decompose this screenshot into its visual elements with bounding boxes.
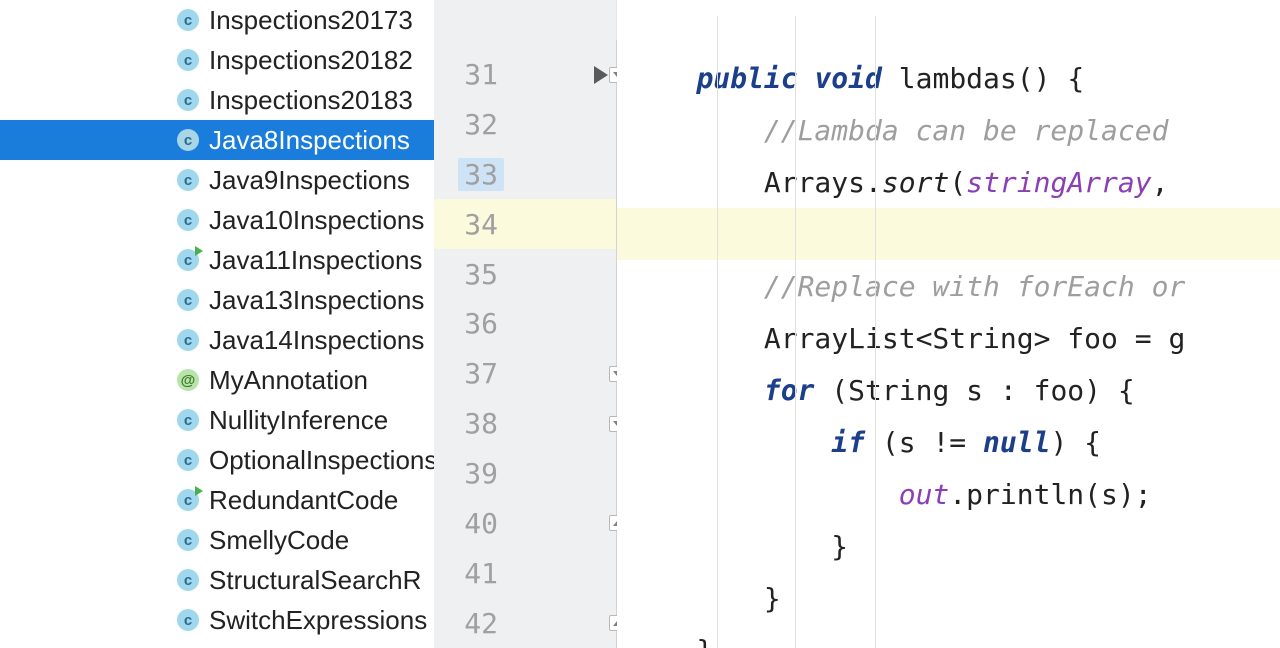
annotation-icon: @ [177, 369, 199, 391]
ide-window: c Inspections20173 c Inspections20182 c Inspe… [0, 0, 1280, 648]
class-icon: c [177, 249, 199, 271]
tree-item-label: Java8Inspections [209, 125, 410, 156]
class-icon: c [177, 289, 199, 311]
line-number: 40 [464, 507, 498, 540]
tree-item-inspections20182[interactable]: c Inspections20182 [0, 40, 434, 80]
gutter-line[interactable]: 31 [434, 50, 616, 100]
tree-item-label: NullityInference [209, 405, 388, 436]
line-number: 37 [464, 357, 498, 390]
gutter-line[interactable]: 34 [434, 199, 616, 249]
gutter-line[interactable]: 33 [434, 150, 616, 200]
tree-item-label: SwitchExpressions [209, 605, 427, 636]
tree-item-label: OptionalInspections [209, 445, 434, 476]
line-number: 38 [464, 407, 498, 440]
class-icon: c [177, 129, 199, 151]
gutter-line[interactable]: 32 [434, 100, 616, 150]
tree-item-label: SmellyCode [209, 525, 349, 556]
class-icon: c [177, 409, 199, 431]
tree-item-label: MyAnnotation [209, 365, 368, 396]
tree-item-label: Java11Inspections [209, 245, 422, 276]
line-number: 39 [464, 457, 498, 490]
class-icon: c [177, 569, 199, 591]
line-number: 36 [464, 307, 498, 340]
tree-item-java9inspections[interactable]: c Java9Inspections [0, 160, 434, 200]
tree-item-smellycode[interactable]: c SmellyCode [0, 520, 434, 560]
project-tree[interactable]: c Inspections20173 c Inspections20182 c Inspe… [0, 0, 434, 648]
tree-item-label: RedundantCode [209, 485, 398, 516]
tree-item-structuralsearchr[interactable]: c StructuralSearchR [0, 560, 434, 600]
gutter-line[interactable]: 41 [434, 548, 616, 598]
class-icon: c [177, 209, 199, 231]
run-gutter-icon[interactable] [594, 66, 608, 84]
tree-item-java13inspections[interactable]: c Java13Inspections [0, 280, 434, 320]
class-icon: c [177, 449, 199, 471]
line-number: 33 [458, 158, 504, 191]
tree-item-label: Inspections20173 [209, 5, 413, 36]
class-icon: c [177, 89, 199, 111]
tree-item-label: StructuralSearchR [209, 565, 421, 596]
editor-gutter[interactable]: 31 32 33 34 35 36 37 38 39 40 41 42 [434, 0, 617, 648]
line-number: 41 [464, 557, 498, 590]
class-icon: c [177, 489, 199, 511]
gutter-line[interactable]: 38 [434, 399, 616, 449]
tree-item-label: Java10Inspections [209, 205, 424, 236]
tree-item-label: Inspections20183 [209, 85, 413, 116]
tree-item-java10inspections[interactable]: c Java10Inspections [0, 200, 434, 240]
class-icon: c [177, 49, 199, 71]
tree-item-label: Java13Inspections [209, 285, 424, 316]
line-number: 42 [464, 607, 498, 640]
tree-item-label: Java9Inspections [209, 165, 410, 196]
tree-item-optionalinspections[interactable]: c OptionalInspections [0, 440, 434, 480]
tree-item-label: Inspections20182 [209, 45, 413, 76]
tree-item-inspections20173[interactable]: c Inspections20173 [0, 0, 434, 40]
runnable-badge-icon [195, 486, 203, 496]
class-icon: c [177, 9, 199, 31]
class-icon: c [177, 609, 199, 631]
tree-item-inspections20183[interactable]: c Inspections20183 [0, 80, 434, 120]
tree-item-switchexpressions[interactable]: c SwitchExpressions [0, 600, 434, 640]
line-number: 34 [464, 208, 498, 241]
tree-item-label: Java14Inspections [209, 325, 424, 356]
gutter-line[interactable]: 36 [434, 299, 616, 349]
tree-item-java11inspections[interactable]: c Java11Inspections [0, 240, 434, 280]
class-icon: c [177, 169, 199, 191]
runnable-badge-icon [195, 246, 203, 256]
gutter-line[interactable] [434, 0, 616, 50]
gutter-line[interactable]: 39 [434, 449, 616, 499]
line-number: 35 [464, 258, 498, 291]
tree-item-java8inspections[interactable]: c Java8Inspections [0, 120, 434, 160]
line-number: 31 [464, 58, 498, 91]
gutter-line[interactable]: 35 [434, 249, 616, 299]
class-icon: c [177, 329, 199, 351]
class-icon: c [177, 529, 199, 551]
code-editor[interactable]: public void lambdas() { //Lambda can be … [617, 0, 1280, 648]
tree-item-redundantcode[interactable]: c RedundantCode [0, 480, 434, 520]
tree-item-myannotation[interactable]: @ MyAnnotation [0, 360, 434, 400]
gutter-line[interactable]: 40 [434, 498, 616, 548]
gutter-line[interactable]: 42 [434, 598, 616, 648]
line-number: 32 [464, 108, 498, 141]
tree-item-java14inspections[interactable]: c Java14Inspections [0, 320, 434, 360]
gutter-line[interactable]: 37 [434, 349, 616, 399]
tree-item-nullityinference[interactable]: c NullityInference [0, 400, 434, 440]
